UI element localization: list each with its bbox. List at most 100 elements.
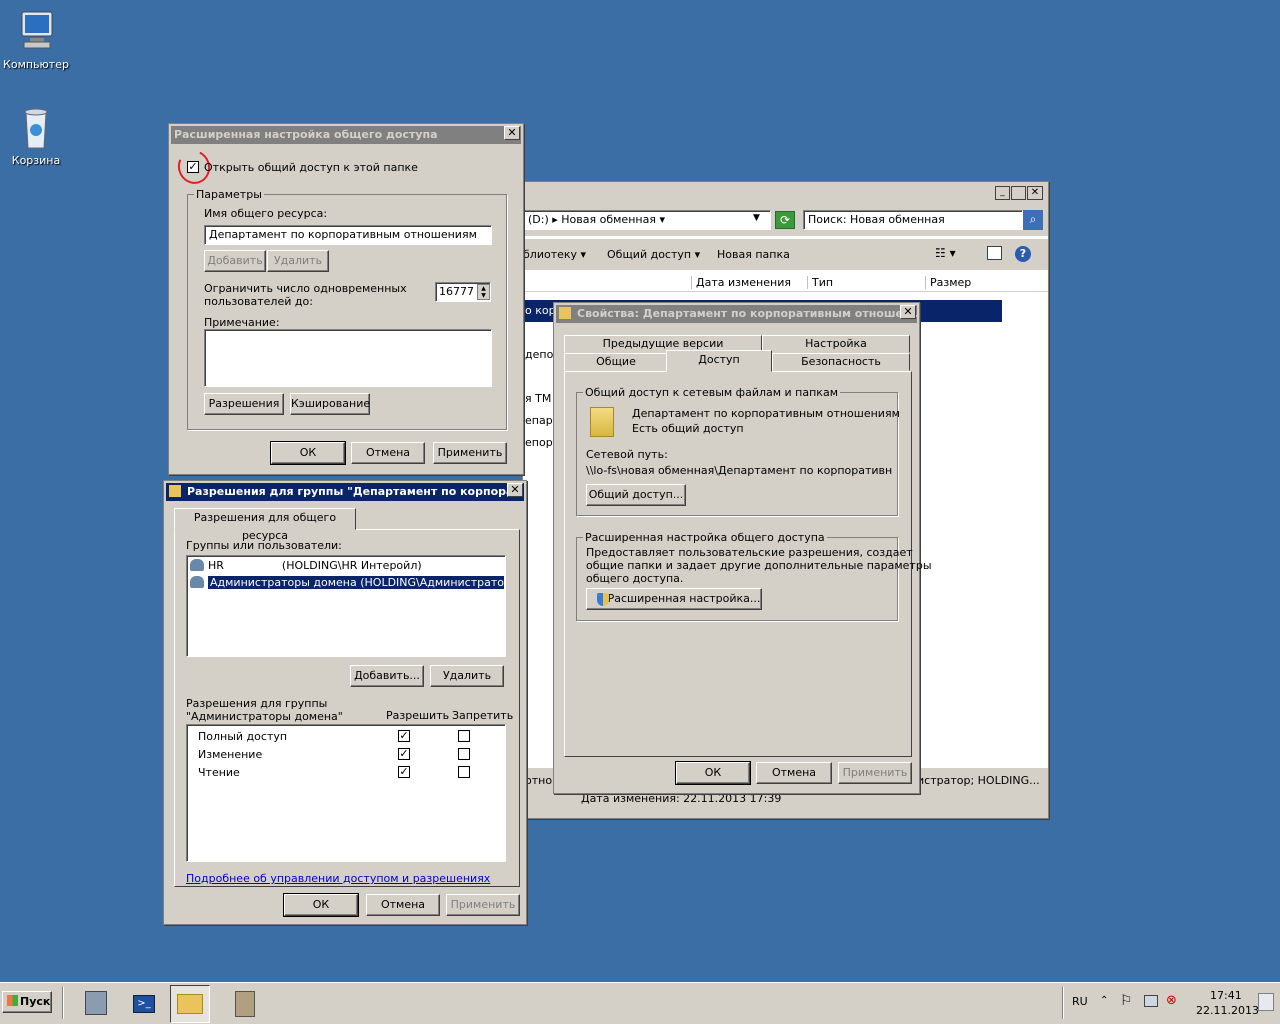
refresh-icon[interactable]: ⟳ [775, 211, 795, 229]
permissions-button[interactable]: Разрешения [204, 393, 284, 415]
clock-date[interactable]: 22.11.2013 [1196, 1004, 1259, 1017]
deny-header: Запретить [452, 709, 514, 722]
share-folder-label[interactable]: Открыть общий доступ к этой папке [204, 161, 418, 174]
show-hidden-icons[interactable]: ⌃ [1100, 995, 1108, 1006]
server-manager-icon[interactable] [78, 987, 114, 1021]
tab-sharing[interactable]: Доступ [666, 350, 772, 372]
properties-titlebar: Свойства: Департамент по корпоративным о… [556, 305, 917, 323]
permissions-titlebar: Разрешения для группы "Департамент по ко… [166, 483, 524, 501]
powershell-icon[interactable]: >_ [126, 987, 162, 1021]
ok-button[interactable]: ОК [675, 761, 751, 785]
file-row[interactable]: я ТМ [525, 392, 551, 405]
maximize-button[interactable] [1011, 186, 1026, 200]
folder-icon [169, 485, 181, 497]
list-item[interactable]: HR (HOLDING\HR Интеройл) [190, 558, 504, 574]
permission-name: Чтение [198, 766, 240, 779]
limit-users-label: пользователей до: [204, 295, 313, 308]
cancel-button[interactable]: Отмена [366, 894, 440, 916]
user-group-icon [190, 559, 204, 571]
cancel-button[interactable]: Отмена [756, 762, 832, 784]
share-button[interactable]: Общий доступ... [586, 484, 686, 506]
add-share-button[interactable]: Добавить [204, 250, 266, 272]
deny-change-checkbox[interactable] [458, 748, 470, 760]
shared-status: Есть общий доступ [632, 422, 744, 435]
clock-time[interactable]: 17:41 [1210, 989, 1242, 1002]
preview-pane-icon[interactable] [987, 246, 1002, 260]
deny-full-checkbox[interactable] [458, 730, 470, 742]
desktop-icon-computer[interactable]: Компьютер [0, 10, 76, 71]
col-date[interactable]: Дата изменения [691, 276, 809, 289]
toolbar-library[interactable]: блиотеку ▾ [523, 248, 586, 261]
windows-logo-icon [7, 995, 18, 1006]
ok-button[interactable]: ОК [283, 893, 359, 917]
start-button[interactable]: Пуск [2, 991, 52, 1013]
advanced-description: общего доступа. [586, 572, 684, 585]
toolbar-new-folder[interactable]: Новая папка [717, 248, 790, 261]
remove-user-button[interactable]: Удалить [430, 665, 504, 687]
computer-icon [16, 10, 56, 54]
address-dropdown-icon[interactable]: ▼ [753, 213, 760, 223]
cancel-button[interactable]: Отмена [351, 442, 425, 464]
apply-button[interactable]: Применить [446, 894, 520, 916]
view-options-icon[interactable]: ☷ ▾ [935, 246, 956, 260]
advanced-sharing-titlebar: Расширенная настройка общего доступа [171, 126, 521, 144]
language-indicator[interactable]: RU [1072, 995, 1088, 1008]
tab-customize[interactable]: Настройка [762, 335, 910, 353]
tools-icon[interactable] [222, 987, 268, 1021]
permission-name: Изменение [198, 748, 263, 761]
close-icon[interactable]: ✕ [900, 305, 916, 319]
limit-users-label: Ограничить число одновременных [204, 282, 407, 295]
advanced-description: общие папки и задает другие дополнительн… [586, 559, 932, 572]
volume-muted-icon[interactable]: ⊗ [1166, 993, 1177, 1008]
close-icon[interactable]: ✕ [504, 126, 520, 140]
permissions-for-label: "Администраторы домена" [186, 710, 343, 723]
toolbar-share[interactable]: Общий доступ ▾ [607, 248, 700, 261]
share-name-input[interactable]: Департамент по корпоративным отношениям [204, 225, 492, 245]
spinner-icon[interactable]: ▲ ▼ [477, 284, 490, 300]
advanced-description: Предоставляет пользовательские разрешени… [586, 546, 913, 559]
col-size[interactable]: Размер [925, 276, 1005, 289]
desktop-label-recycle: Корзина [11, 154, 61, 167]
permission-name: Полный доступ [198, 730, 288, 743]
allow-header: Разрешить [386, 709, 450, 722]
apply-button[interactable]: Применить [838, 762, 912, 784]
add-user-button[interactable]: Добавить... [350, 665, 424, 687]
tab-general[interactable]: Общие [564, 353, 668, 371]
flag-icon[interactable]: ⚐ [1120, 993, 1133, 1009]
search-input[interactable]: Поиск: Новая обменная [803, 210, 1023, 230]
note-label: Примечание: [204, 316, 280, 329]
network-path: \\lo-fs\новая обменная\Департамент по ко… [586, 464, 892, 477]
minimize-button[interactable]: _ [995, 186, 1010, 200]
allow-full-checkbox[interactable]: ✓ [398, 730, 410, 742]
list-item[interactable]: Администраторы домена (HOLDING\Администр… [190, 575, 504, 591]
search-icon[interactable]: ⌕ [1023, 210, 1043, 230]
show-desktop-button[interactable] [1258, 993, 1274, 1011]
help-icon[interactable]: ? [1015, 246, 1031, 262]
desktop-icon-recycle[interactable]: Корзина [0, 106, 76, 167]
remove-share-button[interactable]: Удалить [267, 250, 329, 272]
deny-read-checkbox[interactable] [458, 766, 470, 778]
permissions-dialog: Разрешения для группы "Департамент по ко… [163, 480, 527, 925]
folder-name: Департамент по корпоративным отношениям [632, 407, 900, 420]
apply-button[interactable]: Применить [433, 442, 507, 464]
recycle-bin-icon [16, 106, 56, 150]
help-link[interactable]: Подробнее об управлении доступом и разре… [186, 872, 490, 885]
folder-icon [559, 307, 571, 319]
network-icon[interactable] [1144, 995, 1158, 1007]
caching-button[interactable]: Кэширование [290, 393, 370, 415]
tab-share-permissions[interactable]: Разрешения для общего ресурса [174, 508, 356, 542]
note-textarea[interactable] [204, 329, 492, 387]
permissions-for-label: Разрешения для группы [186, 697, 328, 710]
properties-dialog: Свойства: Департамент по корпоративным о… [553, 302, 932, 794]
share-name-label: Имя общего ресурса: [204, 207, 328, 220]
explorer-taskbar-icon[interactable] [170, 985, 210, 1023]
address-bar[interactable]: (D:) ▸ Новая обменная ▾ [523, 210, 771, 230]
close-icon[interactable]: ✕ [1027, 186, 1043, 200]
col-type[interactable]: Тип [807, 276, 925, 289]
tab-security[interactable]: Безопасность [772, 353, 910, 371]
advanced-sharing-button[interactable]: Расширенная настройка... [586, 588, 762, 610]
allow-change-checkbox[interactable]: ✓ [398, 748, 410, 760]
close-icon[interactable]: ✕ [507, 483, 523, 497]
allow-read-checkbox[interactable]: ✓ [398, 766, 410, 778]
ok-button[interactable]: ОК [270, 441, 346, 465]
